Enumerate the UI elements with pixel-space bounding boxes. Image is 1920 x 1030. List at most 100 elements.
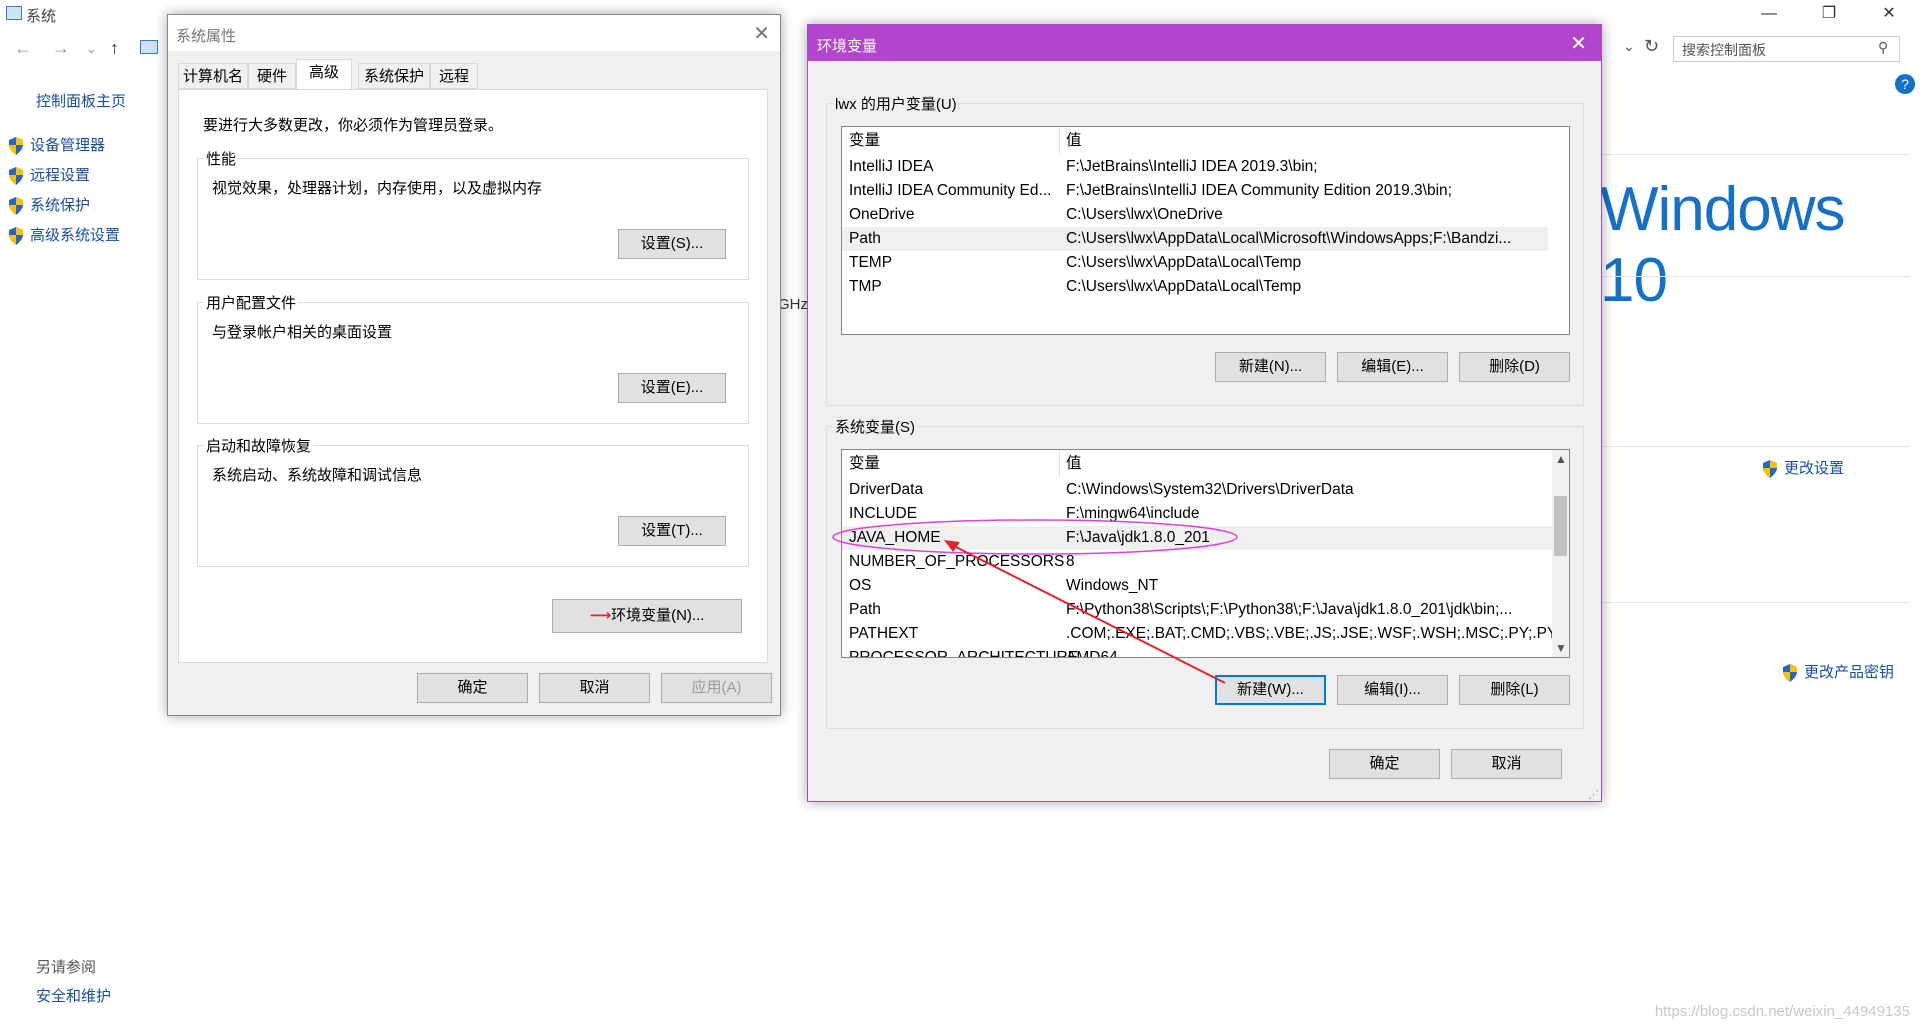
advanced-tab-panel: 要进行大多数更改，你必须作为管理员登录。 性能 视觉效果，处理器计划，内存使用，…	[178, 89, 768, 663]
env-button-label: 环境变量(N)...	[611, 607, 705, 624]
user-edit-button[interactable]: 编辑(E)...	[1337, 352, 1448, 382]
sidebar-home-link[interactable]: 控制面板主页	[36, 90, 126, 111]
group-label: 用户配置文件	[204, 292, 299, 313]
system-delete-button[interactable]: 删除(L)	[1459, 675, 1570, 705]
var-value: C:\Users\lwx\AppData\Local\Microsoft\Win…	[1066, 230, 1512, 247]
system-window-title: 系统	[26, 8, 57, 25]
sidebar-item-protection[interactable]: 系统保护	[8, 194, 90, 216]
change-product-key-link[interactable]: 更改产品密钥	[1782, 661, 1894, 682]
tab-advanced[interactable]: 高级	[296, 59, 352, 90]
ok-button[interactable]: 确定	[417, 673, 528, 703]
var-value: F:\Java\jdk1.8.0_201	[1066, 529, 1210, 546]
up-arrow-icon[interactable]: ↑	[110, 38, 119, 59]
forward-arrow-icon[interactable]: →	[52, 38, 70, 59]
close-icon[interactable]: ✕	[1570, 31, 1587, 56]
resize-grip-icon[interactable]: ⋰	[1588, 788, 1599, 801]
list-header: 变量 值	[842, 127, 1569, 155]
system-new-button[interactable]: 新建(W)...	[1215, 675, 1326, 705]
user-profile-group: 用户配置文件 与登录帐户相关的桌面设置 设置(E)...	[197, 292, 749, 424]
scroll-up-icon[interactable]: ▲	[1555, 452, 1567, 466]
group-label: 启动和故障恢复	[204, 435, 314, 456]
performance-settings-button[interactable]: 设置(S)...	[618, 229, 726, 259]
list-item[interactable]: DriverData C:\Windows\System32\Drivers\Dr…	[842, 478, 1569, 502]
system-variables-list[interactable]: 变量 值 DriverData C:\Windows\System32\Drive…	[841, 449, 1570, 658]
var-name: DriverData	[849, 481, 924, 498]
list-item[interactable]: INCLUDE F:\mingw64\include	[842, 502, 1569, 526]
change-key-label: 更改产品密钥	[1804, 664, 1895, 681]
system-edit-button[interactable]: 编辑(I)...	[1337, 675, 1448, 705]
var-value: AMD64	[1066, 649, 1118, 658]
restore-button[interactable]: ❐	[1806, 0, 1852, 30]
change-settings-label: 更改设置	[1784, 460, 1845, 477]
column-divider	[1059, 450, 1060, 478]
close-icon[interactable]: ✕	[753, 21, 770, 46]
close-icon[interactable]: ✕	[1866, 0, 1912, 30]
list-item[interactable]: Path C:\Users\lwx\AppData\Local\Microsoft…	[842, 227, 1548, 251]
var-name: Path	[849, 601, 881, 618]
sidebar-item-advanced[interactable]: 高级系统设置	[8, 224, 121, 246]
list-item[interactable]: TEMP C:\Users\lwx\AppData\Local\Temp	[842, 251, 1569, 275]
list-item[interactable]: OneDrive C:\Users\lwx\OneDrive	[842, 203, 1569, 227]
apply-button[interactable]: 应用(A)	[661, 673, 772, 703]
column-variable[interactable]: 变量	[849, 127, 880, 155]
environment-variables-button[interactable]: ⟶环境变量(N)...	[552, 599, 742, 633]
column-value[interactable]: 值	[1066, 450, 1082, 478]
windows-logo-text: Windows 10	[1600, 175, 1846, 315]
environment-variables-dialog: 环境变量 ✕ lwx 的用户变量(U) 变量 值 IntelliJ IDEA F:…	[807, 24, 1602, 802]
user-new-button[interactable]: 新建(N)...	[1215, 352, 1326, 382]
ok-button[interactable]: 确定	[1329, 749, 1440, 779]
back-arrow-icon[interactable]: ←	[14, 38, 32, 59]
list-item[interactable]: Path F:\Python38\Scripts\;F:\Python38\;F:…	[842, 598, 1569, 622]
cancel-button[interactable]: 取消	[539, 673, 650, 703]
tab-remote[interactable]: 远程	[430, 63, 478, 89]
list-item[interactable]: IntelliJ IDEA F:\JetBrains\IntelliJ IDEA …	[842, 155, 1569, 179]
sidebar-item-remote[interactable]: 远程设置	[8, 164, 91, 186]
sidebar-item-label: 高级系统设置	[30, 227, 121, 244]
column-divider	[1059, 127, 1060, 155]
divider	[1600, 602, 1910, 603]
watermark: https://blog.csdn.net/weixin_44949135	[1654, 1003, 1910, 1020]
control-panel-icon	[140, 40, 158, 54]
dropdown-chevron-icon[interactable]: ⌄	[86, 41, 97, 57]
startup-settings-button[interactable]: 设置(T)...	[618, 516, 726, 546]
scrollbar[interactable]: ▲ ▼	[1552, 450, 1569, 657]
list-item[interactable]: PROCESSOR_ARCHITECTURE AMD64	[842, 646, 1569, 658]
column-value[interactable]: 值	[1066, 127, 1082, 155]
tab-system-protection[interactable]: 系统保护	[358, 63, 430, 89]
sidebar-item-label: 远程设置	[30, 167, 91, 184]
column-variable[interactable]: 变量	[849, 450, 880, 478]
user-variables-list[interactable]: 变量 值 IntelliJ IDEA F:\JetBrains\IntelliJ …	[841, 126, 1570, 335]
var-value: F:\mingw64\include	[1066, 505, 1200, 522]
var-value: C:\Users\lwx\AppData\Local\Temp	[1066, 254, 1302, 271]
list-item[interactable]: NUMBER_OF_PROCESSORS 8	[842, 550, 1569, 574]
tab-computer-name[interactable]: 计算机名	[178, 63, 248, 89]
group-description: 与登录帐户相关的桌面设置	[212, 324, 393, 341]
change-settings-link[interactable]: 更改设置	[1762, 457, 1844, 478]
scroll-down-icon[interactable]: ▼	[1555, 641, 1567, 655]
startup-recovery-group: 启动和故障恢复 系统启动、系统故障和调试信息 设置(T)...	[197, 435, 749, 567]
var-value: C:\Users\lwx\OneDrive	[1066, 206, 1223, 223]
minimize-button[interactable]: —	[1746, 0, 1792, 30]
list-item[interactable]: OS Windows_NT	[842, 574, 1569, 598]
search-icon: ⚲	[1878, 39, 1889, 55]
dialog-title: 环境变量	[817, 38, 878, 55]
dialog-titlebar: 环境变量 ✕	[808, 25, 1601, 61]
refresh-icon[interactable]: ↻	[1644, 36, 1659, 57]
search-input[interactable]: 搜索控制面板 ⚲	[1673, 36, 1900, 62]
list-item[interactable]: PATHEXT .COM;.EXE;.BAT;.CMD;.VBS;.VBE;.JS…	[842, 622, 1569, 646]
var-name: IntelliJ IDEA	[849, 158, 934, 175]
divider	[1600, 446, 1910, 447]
tab-hardware[interactable]: 硬件	[248, 63, 296, 89]
help-icon[interactable]: ?	[1895, 74, 1915, 94]
profile-settings-button[interactable]: 设置(E)...	[618, 373, 726, 403]
sidebar-item-device-manager[interactable]: 设备管理器	[8, 134, 105, 156]
security-maintenance-link[interactable]: 安全和维护	[36, 985, 111, 1006]
var-value: F:\JetBrains\IntelliJ IDEA Community Edi…	[1066, 182, 1452, 199]
cancel-button[interactable]: 取消	[1451, 749, 1562, 779]
user-delete-button[interactable]: 删除(D)	[1459, 352, 1570, 382]
address-dropdown-icon[interactable]: ⌄	[1623, 38, 1635, 55]
scrollbar-thumb[interactable]	[1554, 496, 1567, 556]
list-item[interactable]: TMP C:\Users\lwx\AppData\Local\Temp	[842, 275, 1569, 299]
list-item-selected[interactable]: JAVA_HOME F:\Java\jdk1.8.0_201	[842, 526, 1552, 550]
list-item[interactable]: IntelliJ IDEA Community Ed... F:\JetBrain…	[842, 179, 1569, 203]
